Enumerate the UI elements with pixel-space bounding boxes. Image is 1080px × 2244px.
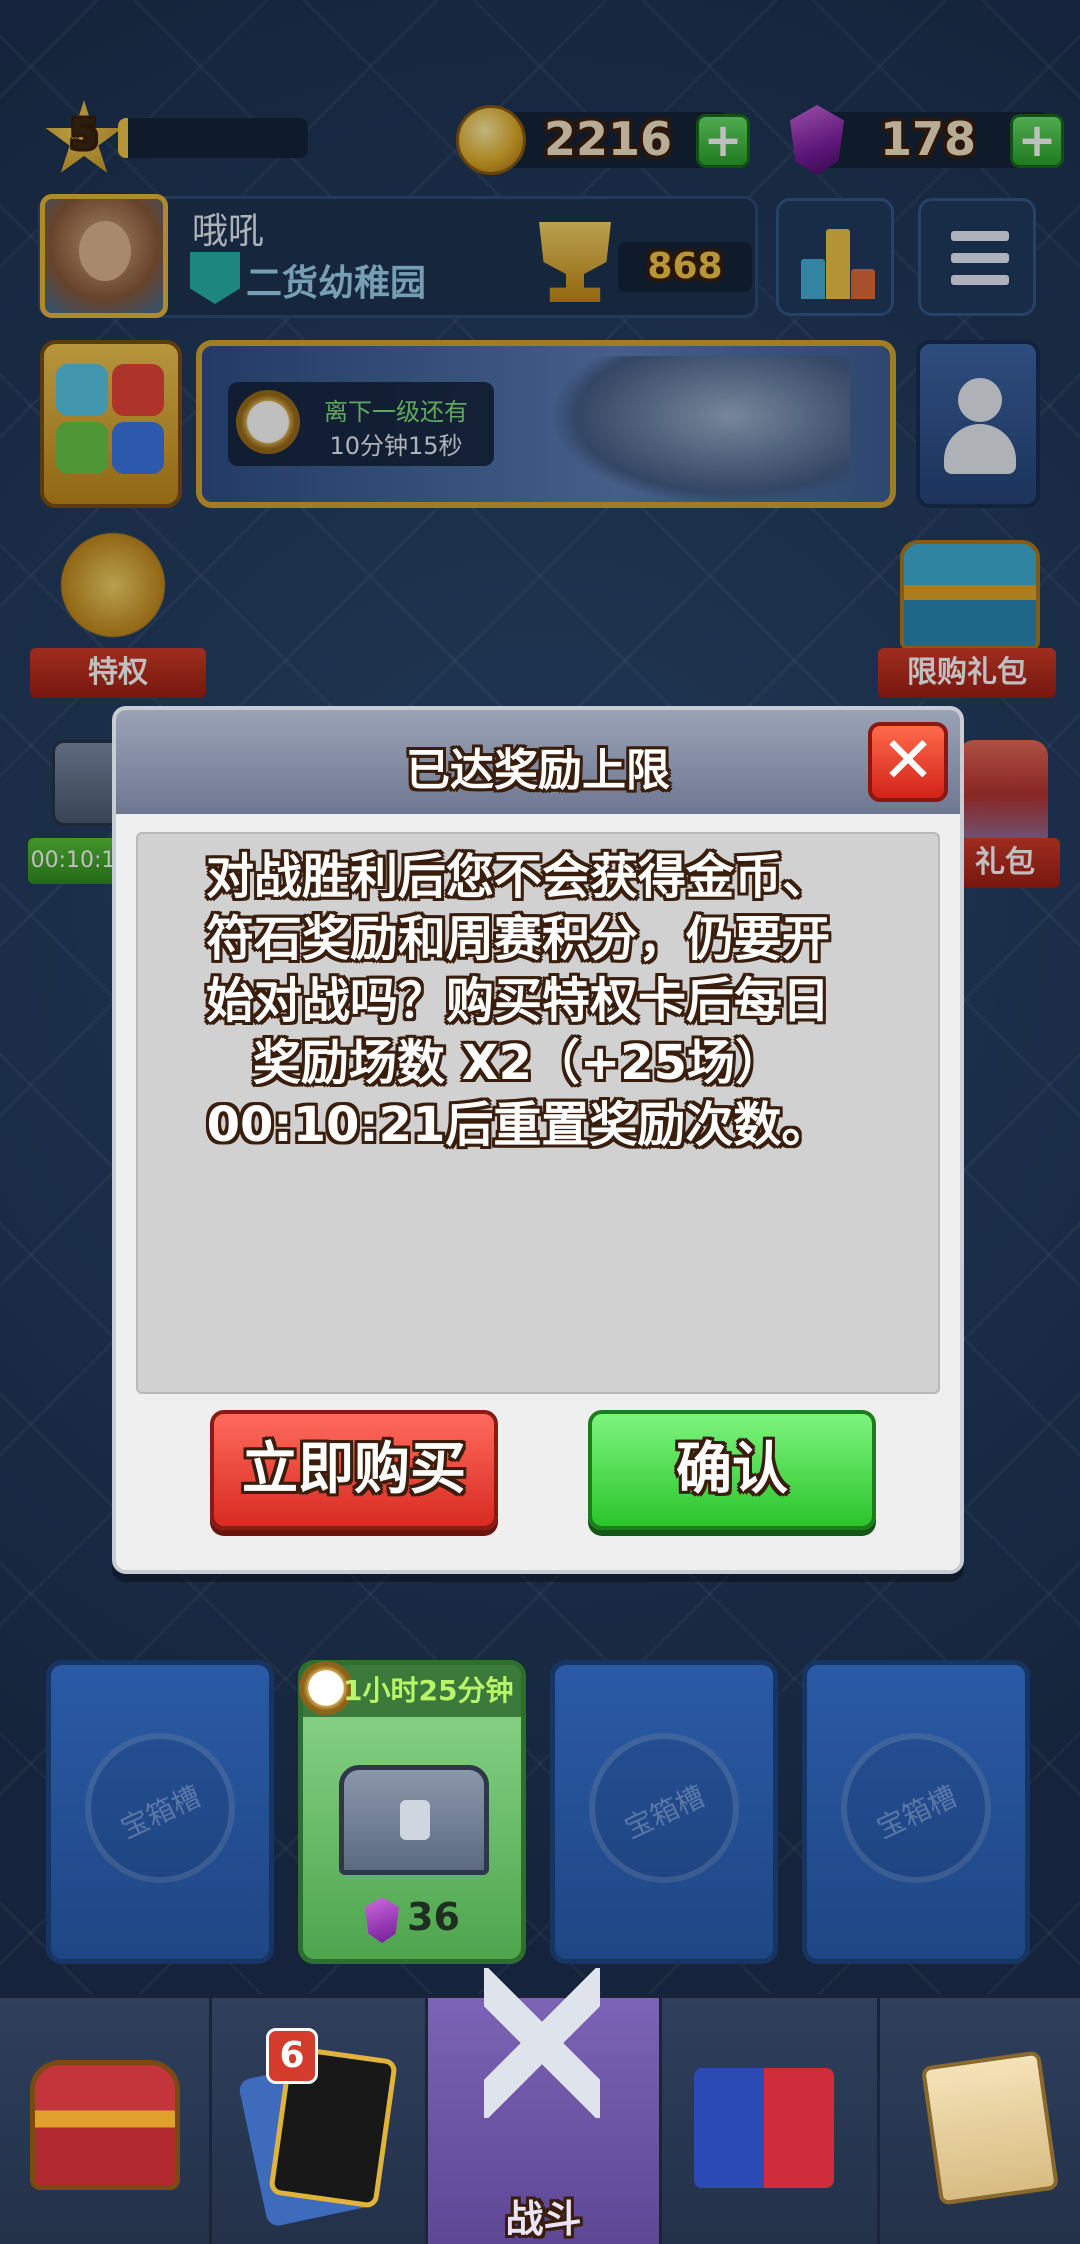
bottom-nav: 6 战斗 bbox=[0, 1968, 1080, 2244]
dialog-message-line: 奖励场数 X2（+25场） bbox=[252, 1035, 784, 1091]
crossed-swords-icon bbox=[484, 1968, 600, 2118]
nav-clan[interactable] bbox=[662, 1998, 880, 2244]
cards-notification-badge: 6 bbox=[266, 2028, 318, 2084]
nav-cards[interactable]: 6 bbox=[212, 1998, 428, 2244]
buy-now-button[interactable]: 立即购买 bbox=[210, 1410, 498, 1530]
reward-limit-dialog: 已达奖励上限 ✕ 对战胜利后您不会获得金币、 符石奖励和周赛积分，仍要开 始对战… bbox=[112, 706, 964, 1574]
clan-flag-icon bbox=[694, 2068, 834, 2188]
close-button[interactable]: ✕ bbox=[868, 722, 948, 802]
chest-unlock-timer: 1小时25分钟 bbox=[343, 1674, 514, 1707]
dialog-message-line: 对战胜利后您不会获得金币、 bbox=[205, 849, 830, 905]
nav-events[interactable] bbox=[880, 1998, 1080, 2244]
scroll-icon bbox=[920, 2050, 1060, 2206]
chest-slot-2[interactable]: 1小时25分钟 36 bbox=[298, 1660, 526, 1964]
nav-shop[interactable] bbox=[0, 1998, 212, 2244]
dialog-message-line: 00:10:21后重置奖励次数。 bbox=[206, 1097, 830, 1153]
chest-slot-4[interactable]: 宝箱槽 bbox=[802, 1660, 1030, 1964]
dialog-title: 已达奖励上限 bbox=[406, 745, 670, 796]
nav-battle-label: 战斗 bbox=[505, 2197, 582, 2241]
gem-icon bbox=[365, 1897, 399, 1943]
nav-battle[interactable]: 战斗 bbox=[428, 1968, 662, 2244]
chest-slot-3[interactable]: 宝箱槽 bbox=[550, 1660, 778, 1964]
dialog-message: 对战胜利后您不会获得金币、 符石奖励和周赛积分，仍要开 始对战吗？购买特权卡后每… bbox=[156, 846, 880, 1156]
dialog-message-line: 始对战吗？购买特权卡后每日 bbox=[205, 973, 830, 1029]
silver-chest-icon bbox=[339, 1765, 489, 1875]
chest-slot-1[interactable]: 宝箱槽 bbox=[46, 1660, 274, 1964]
lock-icon bbox=[400, 1800, 430, 1840]
confirm-button[interactable]: 确认 bbox=[588, 1410, 876, 1530]
chest-unlock-cost: 36 bbox=[407, 1895, 460, 1939]
dialog-message-line: 符石奖励和周赛积分，仍要开 bbox=[205, 911, 830, 967]
shop-chest-icon bbox=[30, 2060, 180, 2190]
